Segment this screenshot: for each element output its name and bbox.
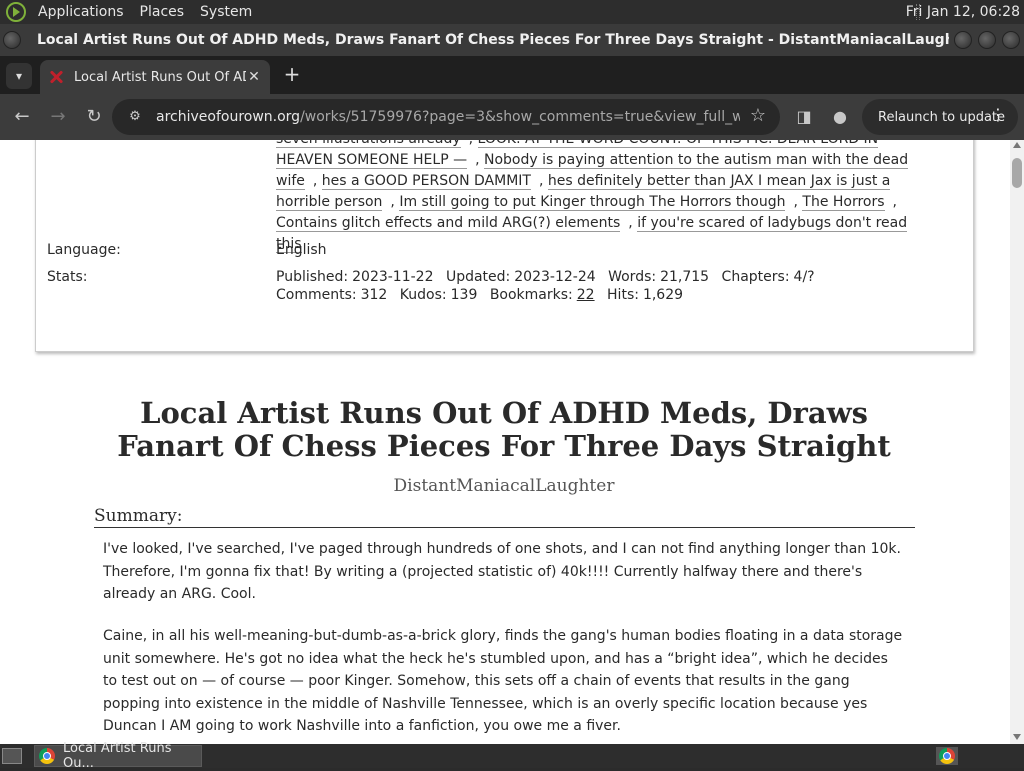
- url-path: /works/51759976?page=3&show_comments=tru…: [300, 109, 740, 125]
- stat-hits: Hits: 1,629: [607, 287, 684, 303]
- tab-active[interactable]: Local Artist Runs Out Of ADH ✕: [40, 60, 270, 94]
- language-label: Language:: [47, 242, 121, 258]
- tab-close-icon[interactable]: ✕: [246, 69, 262, 85]
- more-menu-icon[interactable]: ⋮: [990, 105, 1006, 124]
- tab-strip: ▾ Local Artist Runs Out Of ADH ✕ +: [0, 56, 1024, 94]
- summary-heading: Summary:: [94, 506, 915, 528]
- work-title: Local Artist Runs Out Of ADHD Meds, Draw…: [117, 396, 891, 463]
- back-arrow-icon[interactable]: ←: [10, 105, 34, 129]
- show-desktop-icon[interactable]: [2, 748, 22, 764]
- stat-published: Published: 2023-11-22: [276, 269, 434, 285]
- summary-paragraph: I've looked, I've searched, I've paged t…: [103, 541, 901, 602]
- menu-system[interactable]: System: [192, 0, 260, 24]
- side-panel-icon[interactable]: ◨: [792, 105, 816, 129]
- language-value: English: [276, 242, 327, 258]
- page-scrollbar[interactable]: [1010, 140, 1024, 744]
- tag-link[interactable]: seven illustrations already: [276, 140, 461, 148]
- menu-applications[interactable]: Applications: [30, 0, 132, 24]
- scroll-up-arrow-icon[interactable]: [1013, 142, 1021, 148]
- tag-link[interactable]: The Horrors: [802, 194, 885, 211]
- url-text[interactable]: archiveofourown.org/works/51759976?page=…: [156, 109, 740, 125]
- ao3-favicon-icon: [48, 69, 64, 85]
- window-title: Local Artist Runs Out Of ADHD Meds, Draw…: [37, 32, 949, 48]
- close-window-button[interactable]: [1002, 31, 1020, 49]
- reload-icon[interactable]: ↻: [82, 105, 106, 129]
- tag-link[interactable]: Im still going to put Kinger through The…: [399, 194, 786, 211]
- stat-comments: Comments: 312: [276, 287, 388, 303]
- browser-toolbar: ← → ↻ ⚙ archiveofourown.org/works/517599…: [0, 94, 1024, 140]
- stat-chapters: Chapters: 4/?: [721, 269, 815, 285]
- minimize-button[interactable]: [954, 31, 972, 49]
- system-top-panel: Applications Places System Fri Jan 12, 0…: [0, 0, 1024, 24]
- work-stats: Published: 2023-11-22 Updated: 2023-12-24 …: [276, 268, 936, 304]
- window-title-bar[interactable]: Local Artist Runs Out Of ADHD Meds, Draw…: [0, 24, 1024, 56]
- scroll-thumb[interactable]: [1012, 158, 1022, 188]
- maximize-button[interactable]: [978, 31, 996, 49]
- window-menu-button[interactable]: [3, 31, 21, 49]
- bookmarks-count-link[interactable]: 22: [577, 287, 595, 303]
- relaunch-to-update-button[interactable]: Relaunch to update ⋮: [862, 99, 1018, 135]
- chrome-icon: [39, 748, 55, 764]
- stat-bookmarks: Bookmarks: 22: [489, 287, 595, 303]
- clock[interactable]: Fri Jan 12, 06:28: [906, 0, 1020, 24]
- work-meta-box: seven illustrations already, LOOK. AT TH…: [35, 140, 974, 352]
- tag-link[interactable]: Contains glitch effects and mild ARG(?) …: [276, 215, 621, 232]
- menu-places[interactable]: Places: [132, 0, 193, 24]
- distro-logo-icon[interactable]: [6, 2, 26, 22]
- tab-search-chevron-icon[interactable]: ▾: [6, 63, 32, 89]
- window-controls: [954, 31, 1020, 49]
- bookmark-star-icon[interactable]: ☆: [750, 105, 766, 126]
- tray-chrome-button[interactable]: [936, 747, 958, 765]
- profile-avatar-icon[interactable]: ●: [828, 105, 852, 129]
- stats-label: Stats:: [47, 269, 88, 285]
- taskbar-window-button[interactable]: Local Artist Runs Ou...: [34, 741, 202, 771]
- address-bar[interactable]: ⚙ archiveofourown.org/works/51759976?pag…: [112, 99, 780, 135]
- tag-link[interactable]: hes a GOOD PERSON DAMMIT: [321, 173, 531, 190]
- site-info-tune-icon[interactable]: ⚙: [124, 106, 146, 128]
- forward-arrow-icon[interactable]: →: [46, 105, 70, 129]
- stat-updated: Updated: 2023-12-24: [445, 269, 596, 285]
- stat-words: Words: 21,715: [608, 269, 710, 285]
- url-host: archiveofourown.org: [156, 109, 301, 125]
- relaunch-label: Relaunch to update: [878, 109, 1006, 125]
- summary-paragraph: Caine, in all his well-meaning-but-dumb-…: [103, 628, 903, 734]
- web-page: seven illustrations already, LOOK. AT TH…: [0, 140, 1010, 744]
- tab-title: Local Artist Runs Out Of ADH: [74, 69, 246, 85]
- taskbar-window-label: Local Artist Runs Ou...: [63, 741, 172, 771]
- chrome-tray-icon: [939, 748, 955, 764]
- new-tab-plus-icon[interactable]: +: [282, 64, 302, 84]
- scroll-down-arrow-icon[interactable]: [1013, 734, 1021, 740]
- work-author-link[interactable]: DistantManiacalLaughter: [100, 476, 908, 496]
- bottom-taskbar: Local Artist Runs Ou...: [0, 741, 1024, 771]
- stat-kudos: Kudos: 139: [399, 287, 478, 303]
- additional-tags: seven illustrations already, LOOK. AT TH…: [276, 140, 936, 255]
